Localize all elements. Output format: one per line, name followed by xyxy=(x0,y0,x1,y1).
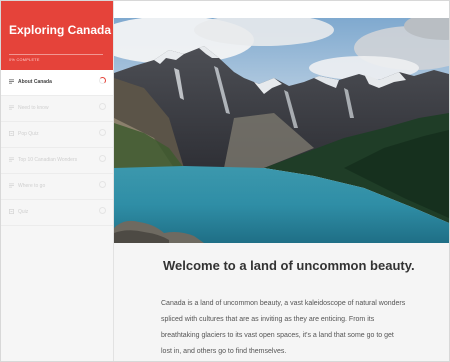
lesson-paragraph: Canada is a land of uncommon beauty, a v… xyxy=(161,300,406,355)
hero-image xyxy=(114,18,449,243)
status-circle-icon xyxy=(99,129,106,136)
status-circle-icon xyxy=(99,103,106,110)
text-lines-icon xyxy=(9,105,14,110)
lesson-item-quiz[interactable]: Quiz xyxy=(1,200,113,226)
sidebar-header: Exploring Canada 0% COMPLETE xyxy=(1,1,113,70)
lesson-item-about-canada[interactable]: About Canada xyxy=(1,70,113,96)
lesson-topbar xyxy=(114,1,449,19)
sidebar: Exploring Canada 0% COMPLETE About Canad… xyxy=(1,1,114,361)
lesson-list: About Canada Need to know Pop Quiz Top 1… xyxy=(1,70,113,226)
lesson-label: About Canada xyxy=(18,79,52,85)
mountain-lake-illustration xyxy=(114,18,449,243)
text-lines-icon xyxy=(9,79,14,84)
lesson-content: Welcome to a land of uncommon beauty. Ca… xyxy=(114,1,449,361)
course-window: Exploring Canada 0% COMPLETE About Canad… xyxy=(0,0,450,362)
text-lines-icon xyxy=(9,157,14,162)
status-circle-icon xyxy=(99,155,106,162)
quiz-icon xyxy=(9,209,14,214)
lesson-label: Quiz xyxy=(18,209,29,215)
lesson-label: Where to go xyxy=(18,183,46,189)
lesson-item-where-to-go[interactable]: Where to go xyxy=(1,174,113,200)
lesson-item-pop-quiz[interactable]: Pop Quiz xyxy=(1,122,113,148)
progress-label: 0% COMPLETE xyxy=(9,58,40,62)
lesson-item-need-to-know[interactable]: Need to know xyxy=(1,96,113,122)
lesson-label: Top 10 Canadian Wonders xyxy=(18,157,78,163)
status-circle-icon xyxy=(99,181,106,188)
text-lines-icon xyxy=(9,183,14,188)
progress-ring-icon xyxy=(99,77,106,84)
course-title: Exploring Canada xyxy=(9,23,112,37)
status-circle-icon xyxy=(99,207,106,214)
lesson-heading: Welcome to a land of uncommon beauty. xyxy=(163,258,415,273)
lesson-label: Need to know xyxy=(18,105,49,111)
lesson-label: Pop Quiz xyxy=(18,131,39,137)
progress-bar xyxy=(9,54,103,55)
lesson-item-top-10-canadian-wonders[interactable]: Top 10 Canadian Wonders xyxy=(1,148,113,174)
quiz-icon xyxy=(9,131,14,136)
